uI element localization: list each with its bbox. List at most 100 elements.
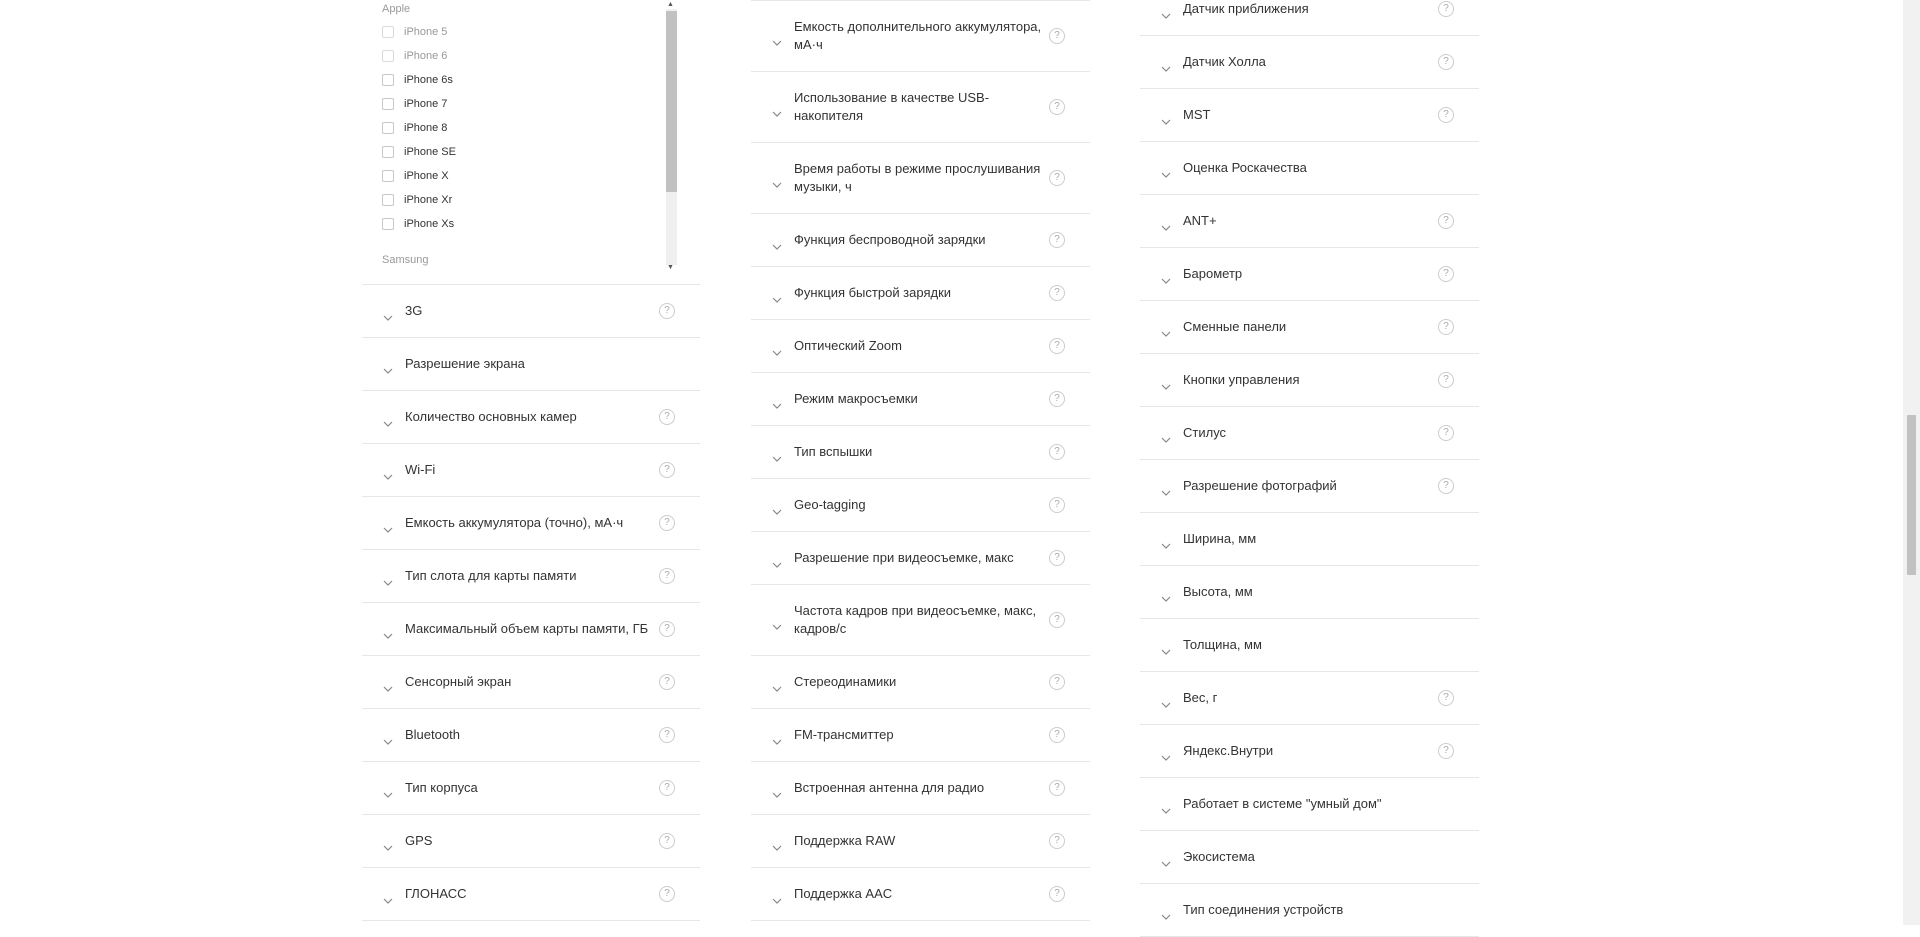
help-icon[interactable]: ? bbox=[1049, 28, 1065, 44]
brand-checkbox[interactable] bbox=[382, 26, 394, 38]
help-icon[interactable]: ? bbox=[1438, 266, 1454, 282]
filter-row[interactable]: Тип корпуса? bbox=[362, 762, 700, 815]
filter-row[interactable]: Использование в качестве USB-накопителя? bbox=[751, 72, 1090, 143]
brand-checkbox[interactable] bbox=[382, 146, 394, 158]
help-icon[interactable]: ? bbox=[659, 409, 675, 425]
filter-row[interactable]: Емкость аккумулятора (точно), мА·ч? bbox=[362, 497, 700, 550]
brand-option[interactable]: iPhone Xr bbox=[382, 192, 452, 208]
help-icon[interactable]: ? bbox=[659, 886, 675, 902]
help-icon[interactable]: ? bbox=[1049, 727, 1065, 743]
help-icon[interactable]: ? bbox=[1049, 285, 1065, 301]
filter-row[interactable]: Экосистема bbox=[1140, 831, 1479, 884]
filter-row[interactable]: Wi-Fi? bbox=[362, 444, 700, 497]
filter-row[interactable]: Тип вспышки? bbox=[751, 426, 1090, 479]
filter-row[interactable]: Ширина, мм bbox=[1140, 513, 1479, 566]
filter-row[interactable]: Сенсорный экран? bbox=[362, 656, 700, 709]
help-icon[interactable]: ? bbox=[1049, 99, 1065, 115]
help-icon[interactable]: ? bbox=[1438, 743, 1454, 759]
filter-row[interactable]: Частота кадров при видеосъемке, макс, ка… bbox=[751, 585, 1090, 656]
help-icon[interactable]: ? bbox=[659, 674, 675, 690]
filter-row[interactable]: Время работы в режиме прослушивания музы… bbox=[751, 143, 1090, 214]
filter-row[interactable]: 3G? bbox=[362, 285, 700, 338]
filter-row[interactable]: FM-трансмиттер? bbox=[751, 709, 1090, 762]
help-icon[interactable]: ? bbox=[1049, 232, 1065, 248]
filter-row[interactable]: Режим макросъемки? bbox=[751, 373, 1090, 426]
scrollbar-thumb[interactable] bbox=[666, 11, 677, 192]
triangle-down-icon[interactable]: ▼ bbox=[664, 263, 677, 272]
filter-row[interactable]: Разрешение фотографий? bbox=[1140, 460, 1479, 513]
brand-option[interactable]: iPhone 7 bbox=[382, 96, 447, 112]
help-icon[interactable]: ? bbox=[1049, 170, 1065, 186]
help-icon[interactable]: ? bbox=[1438, 690, 1454, 706]
help-icon[interactable]: ? bbox=[1438, 425, 1454, 441]
filter-row[interactable]: Количество основных камер? bbox=[362, 391, 700, 444]
filter-row[interactable]: Geo-tagging? bbox=[751, 479, 1090, 532]
brand-option[interactable]: iPhone 6s bbox=[382, 72, 453, 88]
filter-row[interactable]: Сменные панели? bbox=[1140, 301, 1479, 354]
help-icon[interactable]: ? bbox=[1049, 886, 1065, 902]
help-icon[interactable]: ? bbox=[1049, 674, 1065, 690]
help-icon[interactable]: ? bbox=[1438, 372, 1454, 388]
filter-row[interactable]: Работает в системе "умный дом" bbox=[1140, 778, 1479, 831]
help-icon[interactable]: ? bbox=[659, 303, 675, 319]
brand-checkbox[interactable] bbox=[382, 122, 394, 134]
brand-checkbox[interactable] bbox=[382, 50, 394, 62]
help-icon[interactable]: ? bbox=[1049, 338, 1065, 354]
help-icon[interactable]: ? bbox=[659, 727, 675, 743]
help-icon[interactable]: ? bbox=[659, 462, 675, 478]
filter-row[interactable]: Разрешение экрана bbox=[362, 338, 700, 391]
filter-row[interactable]: Высота, мм bbox=[1140, 566, 1479, 619]
filter-row[interactable]: Тип соединения устройств bbox=[1140, 884, 1479, 937]
filter-row[interactable]: Тип слота для карты памяти? bbox=[362, 550, 700, 603]
page-scrollbar-thumb[interactable] bbox=[1907, 415, 1916, 575]
filter-row[interactable]: Поддержка RAW? bbox=[751, 815, 1090, 868]
filter-row[interactable]: Стилус? bbox=[1140, 407, 1479, 460]
help-icon[interactable]: ? bbox=[1049, 780, 1065, 796]
filter-row[interactable]: Поддержка AAC? bbox=[751, 868, 1090, 921]
brand-checkbox[interactable] bbox=[382, 98, 394, 110]
brand-list-scrollbar[interactable]: ▲ ▼ bbox=[664, 0, 677, 274]
triangle-up-icon[interactable]: ▲ bbox=[664, 0, 677, 9]
help-icon[interactable]: ? bbox=[659, 515, 675, 531]
filter-row[interactable]: Вес, г? bbox=[1140, 672, 1479, 725]
help-icon[interactable]: ? bbox=[659, 780, 675, 796]
help-icon[interactable]: ? bbox=[659, 568, 675, 584]
brand-option[interactable]: iPhone SE bbox=[382, 144, 456, 160]
help-icon[interactable]: ? bbox=[1438, 213, 1454, 229]
filter-row[interactable]: GPS? bbox=[362, 815, 700, 868]
help-icon[interactable]: ? bbox=[1049, 391, 1065, 407]
filter-row[interactable]: ГЛОНАСС? bbox=[362, 868, 700, 921]
filter-row[interactable]: Емкость дополнительного аккумулятора, мА… bbox=[751, 1, 1090, 72]
help-icon[interactable]: ? bbox=[1049, 550, 1065, 566]
brand-option[interactable]: iPhone 5 bbox=[382, 24, 447, 40]
brand-filter-list[interactable]: Apple iPhone 5 iPhone 6 iPhone 6s iPhone 7 iP… bbox=[362, 0, 700, 285]
filter-row[interactable]: Оценка Роскачества bbox=[1140, 142, 1479, 195]
filter-row[interactable]: Функция беспроводной зарядки? bbox=[751, 214, 1090, 267]
help-icon[interactable]: ? bbox=[1438, 107, 1454, 123]
filter-row[interactable]: Датчик Холла? bbox=[1140, 36, 1479, 89]
brand-option[interactable]: iPhone Xs bbox=[382, 216, 454, 232]
help-icon[interactable]: ? bbox=[1438, 54, 1454, 70]
filter-row[interactable]: Датчик приближения? bbox=[1140, 0, 1479, 36]
help-icon[interactable]: ? bbox=[1049, 497, 1065, 513]
help-icon[interactable]: ? bbox=[1438, 319, 1454, 335]
filter-row[interactable]: Bluetooth? bbox=[362, 709, 700, 762]
filter-row[interactable]: Барометр? bbox=[1140, 248, 1479, 301]
filter-row[interactable]: Функция быстрой зарядки? bbox=[751, 267, 1090, 320]
brand-option[interactable]: iPhone 6 bbox=[382, 48, 447, 64]
filter-row[interactable]: Оптический Zoom? bbox=[751, 320, 1090, 373]
help-icon[interactable]: ? bbox=[659, 621, 675, 637]
brand-checkbox[interactable] bbox=[382, 194, 394, 206]
filter-row[interactable]: Встроенная антенна для радио? bbox=[751, 762, 1090, 815]
filter-row[interactable]: MST? bbox=[1140, 89, 1479, 142]
brand-checkbox[interactable] bbox=[382, 218, 394, 230]
filter-row[interactable]: Яндекс.Внутри? bbox=[1140, 725, 1479, 778]
page-scrollbar[interactable] bbox=[1903, 0, 1920, 925]
help-icon[interactable]: ? bbox=[1438, 478, 1454, 494]
filter-row[interactable]: Толщина, мм bbox=[1140, 619, 1479, 672]
filter-row[interactable]: ANT+? bbox=[1140, 195, 1479, 248]
brand-checkbox[interactable] bbox=[382, 170, 394, 182]
brand-option[interactable]: iPhone 8 bbox=[382, 120, 447, 136]
filter-row[interactable]: Максимальный объем карты памяти, ГБ? bbox=[362, 603, 700, 656]
help-icon[interactable]: ? bbox=[1049, 444, 1065, 460]
